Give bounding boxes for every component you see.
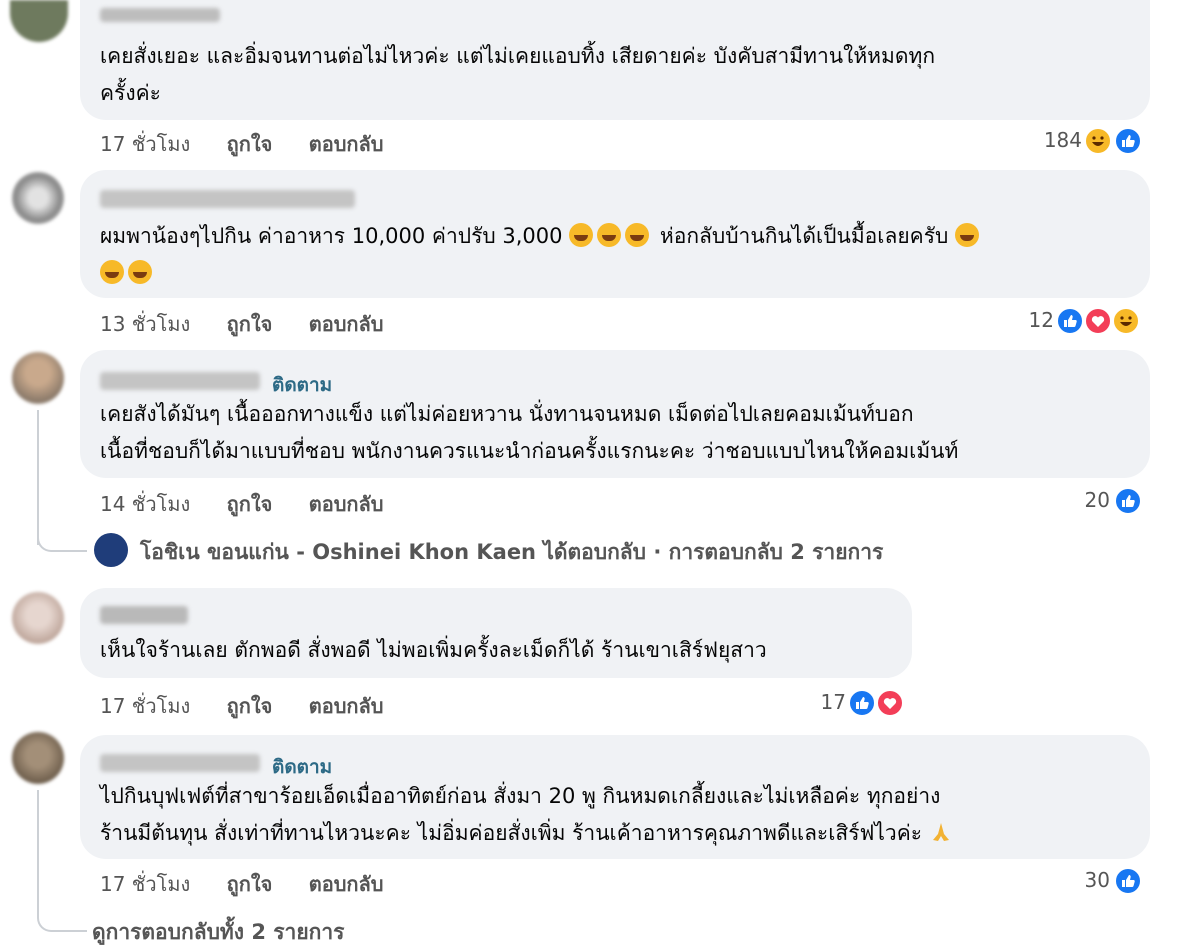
reply-button[interactable]: ตอบกลับ	[309, 690, 384, 722]
reaction-count[interactable]: 30	[1070, 868, 1110, 892]
pray-emoji-icon	[929, 820, 953, 844]
avatar[interactable]	[12, 172, 64, 224]
reply-button[interactable]: ตอบกลับ	[309, 488, 384, 520]
comment-meta: 17 ชั่วโมง ถูกใจ ตอบกลับ	[100, 868, 414, 900]
comment-time[interactable]: 14 ชั่วโมง	[100, 488, 190, 520]
rofl-emoji-icon	[625, 223, 650, 247]
love-reaction-icon	[876, 689, 904, 717]
like-button[interactable]: ถูกใจ	[227, 308, 273, 340]
reaction-count[interactable]: 20	[1070, 488, 1110, 512]
avatar[interactable]	[10, 0, 68, 42]
comment-text: เคยสั่งเยอะ และอิ่มจนทานต่อไม่ไหวค่ะ แต่…	[100, 44, 936, 105]
like-reaction-icon	[848, 689, 876, 717]
comment-text: ผมพาน้องๆไปกิน ค่าอาหาร 10,000 ค่าปรับ 3…	[100, 218, 983, 292]
author-name[interactable]	[100, 606, 188, 624]
haha-reaction-icon	[1112, 307, 1140, 335]
comment-text: เห็นใจร้านเลย ตักพอดี สั่งพอดี ไม่พอเพิ่…	[100, 638, 767, 662]
avatar[interactable]	[12, 732, 64, 784]
avatar[interactable]	[12, 592, 64, 644]
reply-button[interactable]: ตอบกลับ	[309, 868, 384, 900]
like-reaction-icon	[1114, 867, 1142, 895]
view-all-replies-link[interactable]: ดูการตอบกลับทั้ง 2 รายการ	[92, 916, 344, 949]
comment-meta: 17 ชั่วโมง ถูกใจ ตอบกลับ	[100, 690, 414, 722]
like-button[interactable]: ถูกใจ	[227, 488, 273, 520]
love-reaction-icon	[1084, 307, 1112, 335]
comment-time[interactable]: 17 ชั่วโมง	[100, 868, 190, 900]
rofl-emoji-icon	[100, 260, 124, 284]
thread-line	[37, 790, 39, 910]
reply-button[interactable]: ตอบกลับ	[309, 308, 384, 340]
reaction-count[interactable]: 12	[1020, 308, 1054, 332]
like-button[interactable]: ถูกใจ	[227, 868, 273, 900]
reaction-count[interactable]: 17	[810, 690, 846, 714]
author-name[interactable]	[100, 372, 260, 390]
avatar[interactable]	[12, 352, 64, 404]
page-reply-summary[interactable]: โอชิเน ขอนแก่น - Oshinei Khon Kaen ได้ตอ…	[140, 536, 883, 569]
comment-text: เคยสังได้มันๆ เนื้อออกทางแข็ง แต่ไม่ค่อย…	[100, 402, 959, 463]
comment-time[interactable]: 17 ชั่วโมง	[100, 128, 190, 160]
rofl-emoji-icon	[128, 260, 152, 284]
like-reaction-icon	[1114, 127, 1142, 155]
rofl-emoji-icon	[569, 223, 594, 247]
author-name[interactable]	[100, 190, 355, 208]
comment-meta: 17 ชั่วโมง ถูกใจ ตอบกลับ	[100, 128, 414, 160]
like-reaction-icon	[1056, 307, 1084, 335]
page-avatar[interactable]	[94, 533, 128, 567]
reaction-count[interactable]: 184	[1030, 128, 1082, 152]
thread-connector	[37, 520, 87, 552]
reply-button[interactable]: ตอบกลับ	[309, 128, 384, 160]
rofl-emoji-icon	[597, 223, 622, 247]
author-name[interactable]	[100, 8, 220, 22]
like-button[interactable]: ถูกใจ	[227, 128, 273, 160]
rofl-emoji-icon	[955, 223, 979, 247]
comment-text: ไปกินบุฟเฟต์ที่สาขาร้อยเอ็ดเมื่ออาทิตย์ก…	[100, 778, 953, 852]
like-button[interactable]: ถูกใจ	[227, 690, 273, 722]
thread-connector	[37, 900, 87, 932]
like-reaction-icon	[1114, 487, 1142, 515]
comment-time[interactable]: 13 ชั่วโมง	[100, 308, 190, 340]
comment-time[interactable]: 17 ชั่วโมง	[100, 690, 190, 722]
author-name[interactable]	[100, 754, 260, 772]
haha-reaction-icon	[1084, 127, 1112, 155]
comment-meta: 13 ชั่วโมง ถูกใจ ตอบกลับ	[100, 308, 414, 340]
comment-meta: 14 ชั่วโมง ถูกใจ ตอบกลับ	[100, 488, 414, 520]
